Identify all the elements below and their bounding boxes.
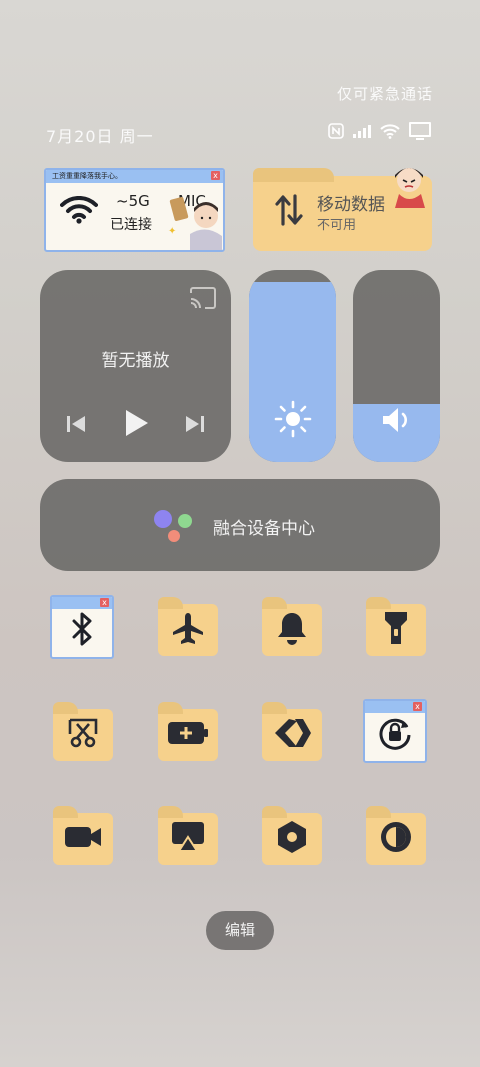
bluetooth-tile[interactable]: x xyxy=(50,595,114,659)
video-camera-icon xyxy=(64,825,102,853)
window-title-bar: x xyxy=(365,701,425,713)
dark-mode-tile[interactable] xyxy=(366,806,426,865)
device-hub-icon xyxy=(152,508,194,548)
battery-saver-tile[interactable] xyxy=(158,702,218,761)
date-text: 7月20日 周一 xyxy=(46,127,154,146)
flashlight-tile[interactable] xyxy=(366,597,426,656)
signal-icon xyxy=(352,123,372,139)
battery-plus-icon xyxy=(167,720,209,750)
cartoon-sticker xyxy=(389,162,431,214)
mobile-data-status: 不可用 xyxy=(317,218,357,233)
close-icon: x xyxy=(100,598,109,607)
contrast-icon xyxy=(379,820,413,858)
ring-mode-tile[interactable] xyxy=(262,597,322,656)
wifi-tile[interactable]: 工资重重降落我手心。 x ~5G MIC 已连接 ✦ xyxy=(44,168,225,252)
screen-record-tile[interactable] xyxy=(53,806,113,865)
next-icon[interactable] xyxy=(185,414,205,438)
emergency-call-text: 仅可紧急通话 xyxy=(336,85,433,103)
nfc-icon xyxy=(328,123,344,139)
play-icon[interactable] xyxy=(124,408,150,442)
airplane-mode-tile[interactable] xyxy=(158,597,218,656)
wifi-status-icon xyxy=(380,123,400,139)
media-player-card[interactable]: 暂无播放 xyxy=(40,270,231,462)
cast-icon[interactable] xyxy=(189,287,217,313)
airplay-icon xyxy=(171,821,205,857)
device-hub-label: 融合设备中心 xyxy=(213,519,315,539)
media-status-text: 暂无播放 xyxy=(101,351,170,371)
wifi-window-title: 工资重重降落我手心。 xyxy=(52,172,122,180)
settings-tile[interactable] xyxy=(262,806,322,865)
scissors-screenshot-icon xyxy=(66,716,100,754)
cartoon-sticker: ✦ xyxy=(166,188,223,250)
screen-icon xyxy=(408,121,432,141)
edit-button[interactable]: 编辑 xyxy=(206,911,274,950)
close-icon: x xyxy=(211,171,220,180)
mobile-data-tile[interactable]: 移动数据 不可用 xyxy=(253,168,432,251)
data-arrows-icon xyxy=(275,194,303,230)
flashlight-icon xyxy=(383,610,409,650)
screenshot-tile[interactable] xyxy=(53,702,113,761)
bell-icon xyxy=(276,611,308,649)
rotation-lock-tile[interactable]: x xyxy=(363,699,427,763)
device-hub-card[interactable]: 融合设备中心 xyxy=(40,479,440,571)
screen-mirror-tile[interactable] xyxy=(158,806,218,865)
sun-icon xyxy=(274,400,312,442)
previous-icon[interactable] xyxy=(66,414,86,438)
link-share-icon xyxy=(273,717,311,753)
window-title-bar: x xyxy=(52,597,112,609)
status-bar xyxy=(328,121,432,141)
wifi-icon xyxy=(60,195,98,228)
brightness-slider[interactable] xyxy=(249,270,336,462)
mobile-data-title: 移动数据 xyxy=(317,195,385,215)
volume-slider[interactable] xyxy=(353,270,440,462)
wifi-status-label: 已连接 xyxy=(110,217,152,233)
close-icon: x xyxy=(413,702,422,711)
speaker-icon xyxy=(381,406,413,438)
window-title-bar: 工资重重降落我手心。 x xyxy=(46,170,223,183)
rotation-lock-icon xyxy=(377,715,413,755)
wifi-band-label: ~5G xyxy=(116,192,150,210)
gear-icon xyxy=(275,820,309,858)
share-link-tile[interactable] xyxy=(262,702,322,761)
bluetooth-icon xyxy=(71,612,93,650)
airplane-icon xyxy=(171,611,205,649)
svg-text:✦: ✦ xyxy=(168,226,176,237)
